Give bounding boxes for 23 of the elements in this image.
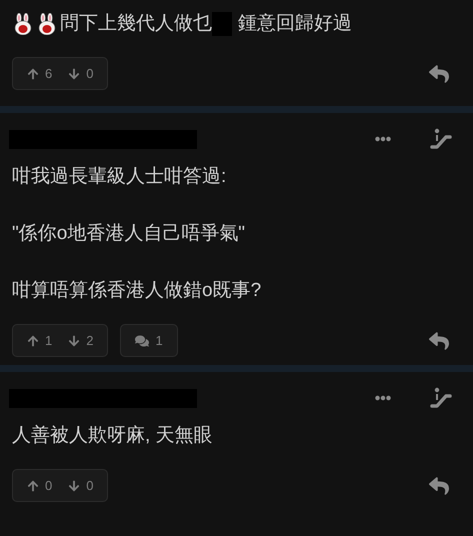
escalator-icon[interactable] xyxy=(429,386,453,410)
downvote-icon xyxy=(68,334,80,346)
rabbit-icon xyxy=(36,12,58,34)
downvote-icon xyxy=(68,480,80,492)
upvote-icon xyxy=(27,334,39,346)
replies-button[interactable]: 1 xyxy=(120,324,178,357)
post-paragraph: 咁我過長輩級人士咁答過: xyxy=(12,165,228,189)
post-paragraph: 問下上幾代人做乜 鍾意回歸好過 xyxy=(12,10,461,37)
vote-button[interactable]: 1 2 xyxy=(12,324,108,357)
upvote-icon xyxy=(27,68,39,80)
post-paragraph: 咁算唔算係香港人做錯o既事? xyxy=(12,279,262,303)
vote-button[interactable]: 0 0 xyxy=(12,469,108,502)
escalator-icon[interactable] xyxy=(429,127,453,151)
post-paragraph: "係你o地香港人自己唔爭氣" xyxy=(12,222,246,246)
reply-icon[interactable] xyxy=(429,64,449,84)
downvote-icon xyxy=(68,68,80,80)
reply-icon[interactable] xyxy=(429,476,449,496)
post-paragraph: 人善被人欺呀麻, 天無眼 xyxy=(12,424,214,448)
rabbit-icon xyxy=(12,12,34,34)
vote-button[interactable]: 6 0 xyxy=(12,57,108,90)
upvote-icon xyxy=(27,480,39,492)
reply-icon[interactable] xyxy=(429,330,449,350)
comments-icon xyxy=(135,334,150,348)
